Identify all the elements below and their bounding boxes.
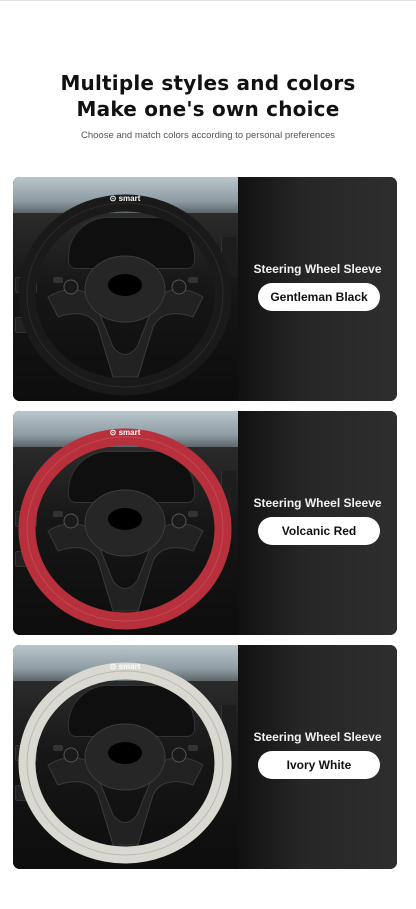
headline-line-1: Multiple styles and colors	[60, 71, 356, 95]
product-label: Steering Wheel Sleeve	[253, 730, 382, 744]
brand-logo-text: ⊙ smart	[110, 194, 141, 203]
steering-wheel-photo: ⊙ smart	[13, 177, 238, 401]
product-card-red[interactable]: ⊙ smart Steering Wheel Sleeve Volcanic R…	[13, 411, 397, 635]
color-option-button[interactable]: Volcanic Red	[258, 517, 380, 545]
brand-logo-text: ⊙ smart	[110, 428, 141, 437]
card-info-panel: Steering Wheel Sleeve Volcanic Red	[238, 411, 397, 635]
color-option-button[interactable]: Ivory White	[258, 751, 380, 779]
steering-wheel-icon: ⊙ smart	[18, 428, 232, 630]
steering-wheel-photo: ⊙ smart	[13, 411, 238, 635]
steering-wheel-photo: ⊙ smart	[13, 645, 238, 869]
brand-logo-text: ⊙ smart	[110, 662, 141, 671]
color-option-button[interactable]: Gentleman Black	[258, 283, 380, 311]
steering-wheel-icon: ⊙ smart	[18, 662, 232, 864]
headline-line-2: Make one's own choice	[76, 97, 340, 121]
product-label: Steering Wheel Sleeve	[253, 496, 382, 510]
steering-wheel-icon: ⊙ smart	[18, 194, 232, 396]
product-label: Steering Wheel Sleeve	[253, 262, 382, 276]
product-card-black[interactable]: ⊙ smart Steering Wheel Sleeve Gentleman …	[13, 177, 397, 401]
page-heading: Multiple styles and colors Make one's ow…	[0, 70, 416, 141]
subtitle: Choose and match colors according to per…	[80, 130, 335, 141]
card-info-panel: Steering Wheel Sleeve Ivory White	[238, 645, 397, 869]
product-card-white[interactable]: ⊙ smart Steering Wheel Sleeve Ivory Whit…	[13, 645, 397, 869]
top-divider	[0, 0, 416, 1]
card-info-panel: Steering Wheel Sleeve Gentleman Black	[238, 177, 397, 401]
